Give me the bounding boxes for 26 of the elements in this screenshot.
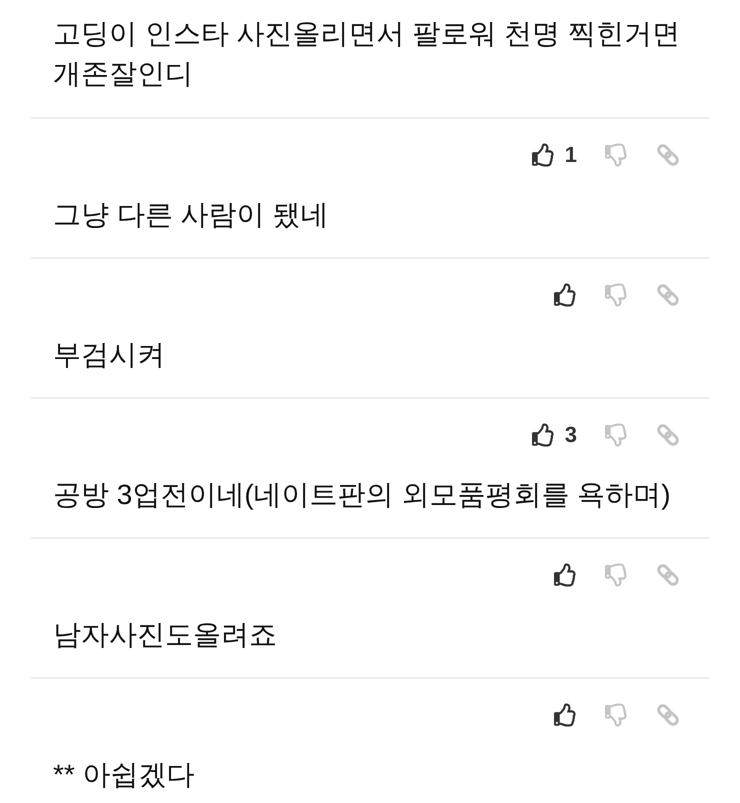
- thumbs-up-icon: [532, 143, 555, 167]
- chain-link-icon[interactable]: [656, 423, 680, 447]
- thumbs-down-icon[interactable]: [605, 283, 628, 307]
- like-button[interactable]: 1: [532, 143, 577, 167]
- thumbs-down-icon[interactable]: [605, 143, 628, 167]
- thumbs-up-icon: [554, 283, 577, 307]
- chain-link-icon[interactable]: [656, 563, 680, 587]
- thumbs-up-icon: [554, 703, 577, 727]
- comment-text: 공방 3업전이네(네이트판의 외모품평회를 욕하며): [52, 478, 672, 512]
- thumbs-down-icon[interactable]: [605, 563, 628, 587]
- comment-text: 남자사진도올려죠: [52, 618, 278, 652]
- thumbs-up-icon: [554, 563, 577, 587]
- thumbs-down-icon[interactable]: [605, 423, 628, 447]
- like-button[interactable]: [554, 283, 577, 307]
- thumbs-down-icon[interactable]: [605, 703, 628, 727]
- like-button[interactable]: [554, 563, 577, 587]
- chain-link-icon[interactable]: [656, 143, 680, 167]
- thumbs-up-icon: [532, 423, 555, 447]
- chain-link-icon[interactable]: [656, 703, 680, 727]
- comment-text: ** 아쉽겠다: [52, 758, 196, 792]
- chain-link-icon[interactable]: [656, 283, 680, 307]
- comment-text: 그냥 다른 사람이 됐네: [52, 198, 330, 232]
- like-button[interactable]: 3: [532, 423, 577, 447]
- comment-text: 부검시켜: [52, 338, 166, 372]
- like-button[interactable]: [554, 703, 577, 727]
- comment-text: 고딩이 인스타 사진올리면서 팔로워 천명 찍힌거면 개존잘인디: [52, 17, 681, 91]
